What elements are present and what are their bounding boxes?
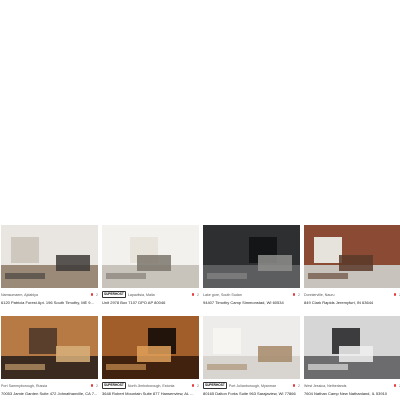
- favorite-dot-icon[interactable]: [292, 384, 295, 387]
- favorite-dot-icon[interactable]: [292, 293, 295, 296]
- listing-location: Donnierville, Nauru: [304, 292, 335, 297]
- listing-photo[interactable]: [203, 316, 300, 379]
- listing-photo[interactable]: [102, 225, 199, 288]
- listing-count: 2: [298, 292, 300, 297]
- listing-photo[interactable]: [304, 316, 400, 379]
- listing-count: 2: [298, 383, 300, 388]
- listing-card[interactable]: Port Sammyborough, Russia 2 70053 Jamie Ga…: [1, 316, 98, 402]
- listing-meta: Donnierville, Nauru2: [304, 290, 400, 299]
- listing-card[interactable]: Namsumaem, Ajdabiya 2 6120 Patricia Forest…: [1, 225, 98, 311]
- listing-photo[interactable]: [102, 316, 199, 379]
- listing-meta: Namsumaem, Ajdabiya 2: [1, 290, 98, 299]
- listing-address[interactable]: Unit 2978 Box 7107 DPO AP 80046: [102, 300, 199, 305]
- listing-card[interactable]: West Jessica, Netherlands27604 Nathan Ca…: [304, 316, 400, 402]
- listing-grid: Namsumaem, Ajdabiya 2 6120 Patricia Forest…: [0, 225, 400, 402]
- listing-photo[interactable]: [304, 225, 400, 288]
- listing-photo[interactable]: [1, 316, 98, 379]
- listing-meta: Lake gore, South Sudan 2: [203, 290, 300, 299]
- listing-location: Lapavitsia, Malia: [127, 292, 155, 297]
- favorite-dot-icon[interactable]: [191, 293, 194, 296]
- superhost-badge: SUPERHOST: [102, 382, 126, 389]
- listing-location: North Jimboborough, Estonia: [127, 383, 175, 388]
- superhost-badge: SUPERHOST: [203, 382, 227, 389]
- listing-location: Lake gore, South Sudan: [203, 292, 242, 297]
- favorite-dot-icon[interactable]: [191, 384, 194, 387]
- listing-photo[interactable]: [1, 225, 98, 288]
- listing-address[interactable]: 3648 Robert Mountain Suite 877 Hansenvie…: [102, 391, 199, 396]
- listing-meta: SUPERHOST North Jimboborough, Estonia 2: [102, 381, 199, 390]
- favorite-dot-icon[interactable]: [90, 293, 93, 296]
- listing-meta: West Jessica, Netherlands2: [304, 381, 400, 390]
- listing-address[interactable]: 6120 Patricia Forest Apt. 196 South Timo…: [1, 300, 98, 305]
- listing-address[interactable]: 80165 Dalton Forks Suite 963 Sarajaview,…: [203, 391, 300, 396]
- superhost-badge: SUPERHOST: [102, 291, 126, 298]
- favorite-dot-icon[interactable]: [90, 384, 93, 387]
- favorite-dot-icon[interactable]: [393, 293, 396, 296]
- listing-meta: SUPERHOST Port Julianborough, Myanmar 2: [203, 381, 300, 390]
- listing-card[interactable]: Lake gore, South Sudan 2 94407 Timothy Cam…: [203, 225, 300, 311]
- listing-count: 2: [197, 383, 199, 388]
- listing-card[interactable]: SUPERHOST North Jimboborough, Estonia 2 364…: [102, 316, 199, 402]
- listing-card[interactable]: SUPERHOST Port Julianborough, Myanmar 2 801…: [203, 316, 300, 402]
- listing-meta: Port Sammyborough, Russia 2: [1, 381, 98, 390]
- listing-address[interactable]: 70053 Jamie Garden Suite 472 Johnathanvi…: [1, 391, 98, 396]
- listing-location: Namsumaem, Ajdabiya: [1, 292, 38, 297]
- listing-count: 2: [96, 383, 98, 388]
- listing-address[interactable]: 94407 Timothy Camp Simmonstad, WI 60534: [203, 300, 300, 305]
- listing-meta: SUPERHOST Lapavitsia, Malia 2: [102, 290, 199, 299]
- listing-location: Port Sammyborough, Russia: [1, 383, 47, 388]
- favorite-dot-icon[interactable]: [393, 384, 396, 387]
- listing-address[interactable]: 7604 Nathan Camp New Nathanland, IL 5391…: [304, 391, 400, 396]
- listing-address[interactable]: 849 Clark Rapids Jeremyfurt, IN 63644: [304, 300, 400, 305]
- listing-location: Port Julianborough, Myanmar: [228, 383, 276, 388]
- listing-count: 2: [96, 292, 98, 297]
- listing-count: 2: [197, 292, 199, 297]
- listing-card[interactable]: Donnierville, Nauru2849 Clark Rapids Jer…: [304, 225, 400, 311]
- listing-card[interactable]: SUPERHOST Lapavitsia, Malia 2 Unit 2978 Box…: [102, 225, 199, 311]
- listing-photo[interactable]: [203, 225, 300, 288]
- listing-location: West Jessica, Netherlands: [304, 383, 347, 388]
